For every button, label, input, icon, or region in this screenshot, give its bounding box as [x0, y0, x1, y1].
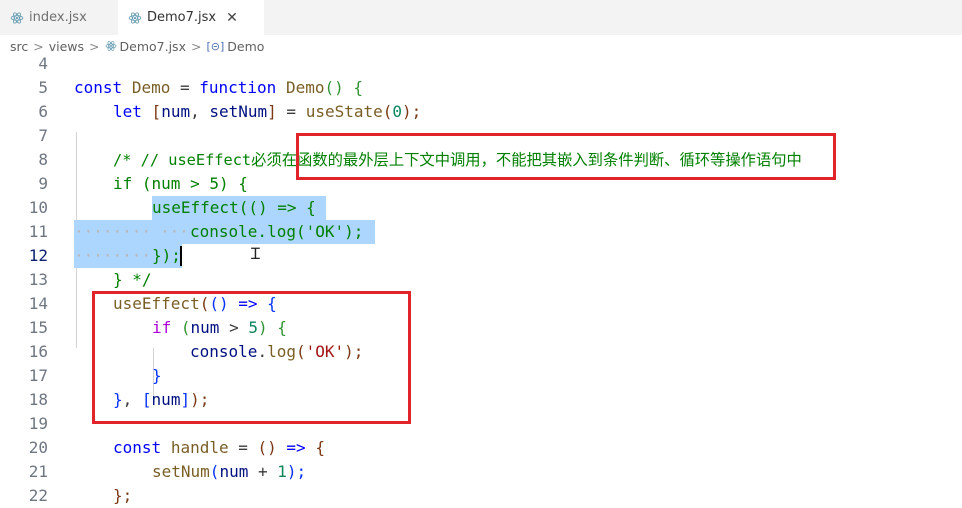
code-line: 11 console.log('OK'); [0, 220, 962, 244]
code-line: 20 const handle = () => { [0, 436, 962, 460]
symbol-variable-icon: [⊝] [206, 39, 225, 53]
tab-index-jsx[interactable]: index.jsx [0, 0, 118, 35]
line-number: 8 [38, 150, 48, 169]
line-number: 7 [38, 126, 48, 145]
tab-bar: index.jsx Demo7.jsx ✕ [0, 0, 962, 35]
line-number: 21 [28, 462, 48, 481]
comment-text: } */ [113, 270, 152, 289]
code-line: 12 }); [0, 244, 962, 268]
comment-text: }); [152, 246, 181, 265]
code-line: 6 let [num, setNum] = useState(0); [0, 100, 962, 124]
close-icon[interactable]: ✕ [226, 10, 238, 26]
mouse-ibeam-icon: Ɪ [251, 244, 260, 263]
line-number: 4 [38, 54, 48, 73]
line-number: 12 [28, 246, 48, 265]
code-text: const Demo = function Demo() { [74, 78, 364, 97]
line-number: 10 [28, 198, 48, 217]
comment-text: console.log('OK'); [190, 222, 364, 241]
tab-label: Demo7.jsx [147, 10, 217, 25]
tab-label: index.jsx [29, 10, 87, 25]
line-number: 22 [28, 486, 48, 505]
code-line: 21 setNum(num + 1); [0, 460, 962, 484]
code-editor[interactable]: ········ ········ ··· 4 5 const Demo = f… [0, 52, 962, 508]
line-number: 18 [28, 390, 48, 409]
code-line: 10 useEffect(() => { [0, 196, 962, 220]
code-text: const handle = () => { [113, 438, 325, 457]
line-number: 14 [28, 294, 48, 313]
code-line: 4 [0, 52, 962, 76]
line-number: 17 [28, 366, 48, 385]
code-text: setNum(num + 1); [152, 462, 307, 481]
line-number: 16 [28, 342, 48, 361]
line-number: 5 [38, 78, 48, 97]
code-line: 13 } */ [0, 268, 962, 292]
comment-text: if (num > 5) { [113, 174, 248, 193]
react-icon [10, 11, 24, 24]
code-line: 5 const Demo = function Demo() { [0, 76, 962, 100]
line-number: 11 [28, 222, 48, 241]
line-number: 19 [28, 414, 48, 433]
annotation-box-useeffect [92, 291, 411, 424]
react-icon [105, 41, 116, 51]
tab-demo7-jsx[interactable]: Demo7.jsx ✕ [118, 0, 264, 35]
annotation-box-comment [296, 133, 836, 180]
react-icon [128, 11, 142, 24]
line-number: 6 [38, 102, 48, 121]
code-line: 22 }; [0, 484, 962, 508]
code-text: }; [113, 486, 133, 505]
comment-text: useEffect(() => { [152, 198, 316, 217]
code-text: let [num, setNum] = useState(0); [113, 102, 422, 121]
line-number: 15 [28, 318, 48, 337]
line-number: 9 [38, 174, 48, 193]
line-number: 13 [28, 270, 48, 289]
text-cursor [180, 246, 182, 266]
line-number: 20 [28, 438, 48, 457]
